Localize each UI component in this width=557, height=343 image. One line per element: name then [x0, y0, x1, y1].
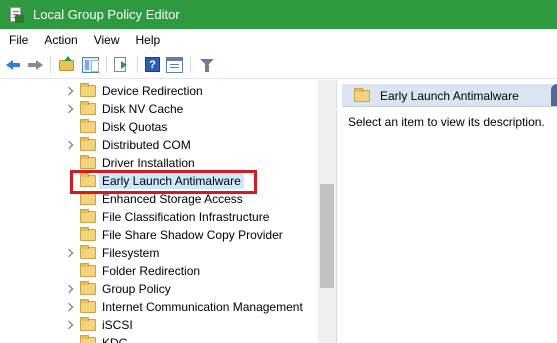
- details-header-title: Early Launch Antimalware: [380, 89, 519, 103]
- toolbar-separator: [50, 57, 51, 73]
- tree-item[interactable]: iSCSI: [0, 316, 318, 334]
- menu-bar: File Action View Help: [0, 29, 557, 51]
- details-header: Early Launch Antimalware: [342, 84, 557, 107]
- tree-item-label: File Share Shadow Copy Provider: [102, 228, 283, 242]
- help-button[interactable]: ?: [144, 56, 162, 74]
- toolbar-separator: [106, 57, 107, 73]
- folder-icon: [80, 281, 96, 295]
- details-pane: Early Launch Antimalware Select an item …: [340, 80, 557, 343]
- folder-icon: [80, 227, 96, 241]
- vertical-scrollbar[interactable]: [318, 80, 336, 343]
- filter-button[interactable]: [198, 56, 216, 74]
- folder-icon: [80, 155, 96, 169]
- folder-icon: [80, 317, 96, 331]
- folder-icon: [80, 83, 96, 97]
- tree-item-label: Driver Installation: [102, 156, 195, 170]
- title-bar: Local Group Policy Editor: [0, 0, 557, 29]
- menu-view[interactable]: View: [86, 29, 128, 51]
- window-title: Local Group Policy Editor: [33, 7, 180, 22]
- scrollbar-thumb[interactable]: [320, 184, 334, 288]
- tree-item-label: Filesystem: [102, 246, 160, 260]
- folder-icon: [80, 209, 96, 223]
- tree-item-label: File Classification Infrastructure: [102, 210, 270, 224]
- tree-item[interactable]: Folder Redirection: [0, 262, 318, 280]
- back-icon: [6, 60, 20, 70]
- up-folder-icon: [59, 56, 74, 71]
- tree-item[interactable]: Filesystem: [0, 244, 318, 262]
- folder-icon: [80, 101, 96, 115]
- menu-action[interactable]: Action: [36, 29, 85, 51]
- back-button[interactable]: [5, 56, 23, 74]
- tree-item[interactable]: Disk Quotas: [0, 118, 318, 136]
- chevron-right-icon[interactable]: [64, 320, 74, 330]
- tree-item[interactable]: Distributed COM: [0, 136, 318, 154]
- export-list-icon: [114, 57, 127, 72]
- up-one-level-button[interactable]: [58, 56, 76, 74]
- tree-item-label: Disk Quotas: [102, 120, 168, 134]
- tree-item-label: Folder Redirection: [102, 264, 201, 278]
- tree-pane: Device Redirection Disk NV Cache Disk Quot…: [0, 80, 337, 343]
- tree-item[interactable]: Device Redirection: [0, 82, 318, 100]
- properties-button[interactable]: [166, 56, 184, 74]
- help-icon: ?: [145, 57, 160, 72]
- folder-icon: [80, 299, 96, 313]
- forward-button[interactable]: [26, 56, 44, 74]
- highlight-box: [70, 170, 257, 194]
- chevron-right-icon[interactable]: [64, 104, 74, 114]
- chevron-right-icon[interactable]: [64, 86, 74, 96]
- folder-icon: [80, 263, 96, 277]
- tree-item[interactable]: Group Policy: [0, 280, 318, 298]
- folder-icon: [80, 191, 96, 205]
- tree-item-label: Disk NV Cache: [102, 102, 184, 116]
- chevron-right-icon[interactable]: [64, 302, 74, 312]
- tree-item-label: Distributed COM: [102, 138, 191, 152]
- show-hide-tree-button[interactable]: [82, 56, 100, 74]
- tree-item[interactable]: File Share Shadow Copy Provider: [0, 226, 318, 244]
- folder-icon: [80, 245, 96, 259]
- show-hide-tree-icon: [82, 57, 99, 73]
- tree-item-label: iSCSI: [102, 318, 133, 332]
- tree-item[interactable]: Internet Communication Management: [0, 298, 318, 316]
- tree-item[interactable]: KDC: [0, 334, 318, 343]
- tree-item-label: KDC: [102, 336, 128, 343]
- header-corner: [551, 84, 557, 106]
- filter-icon: [200, 59, 214, 72]
- tree-item-label: Group Policy: [102, 282, 171, 296]
- folder-icon: [80, 119, 96, 133]
- toolbar: ?: [0, 51, 557, 79]
- properties-icon: [166, 57, 183, 73]
- folder-icon: [354, 88, 370, 102]
- menu-file[interactable]: File: [0, 29, 36, 51]
- tree-item[interactable]: File Classification Infrastructure: [0, 208, 318, 226]
- chevron-right-icon[interactable]: [64, 140, 74, 150]
- description-text: Select an item to view its description.: [348, 115, 545, 129]
- toolbar-separator: [190, 57, 191, 73]
- chevron-right-icon[interactable]: [64, 248, 74, 258]
- tree-item-label: Internet Communication Management: [102, 300, 303, 314]
- tree-item[interactable]: Disk NV Cache: [0, 100, 318, 118]
- gpedit-icon: [8, 6, 24, 23]
- toolbar-separator: [137, 57, 138, 73]
- menu-help[interactable]: Help: [128, 29, 169, 51]
- tree-item-label: Device Redirection: [102, 84, 203, 98]
- forward-icon: [28, 60, 43, 70]
- export-list-button[interactable]: [113, 56, 131, 74]
- chevron-right-icon[interactable]: [64, 284, 74, 294]
- folder-icon: [80, 137, 96, 151]
- folder-icon: [80, 335, 96, 343]
